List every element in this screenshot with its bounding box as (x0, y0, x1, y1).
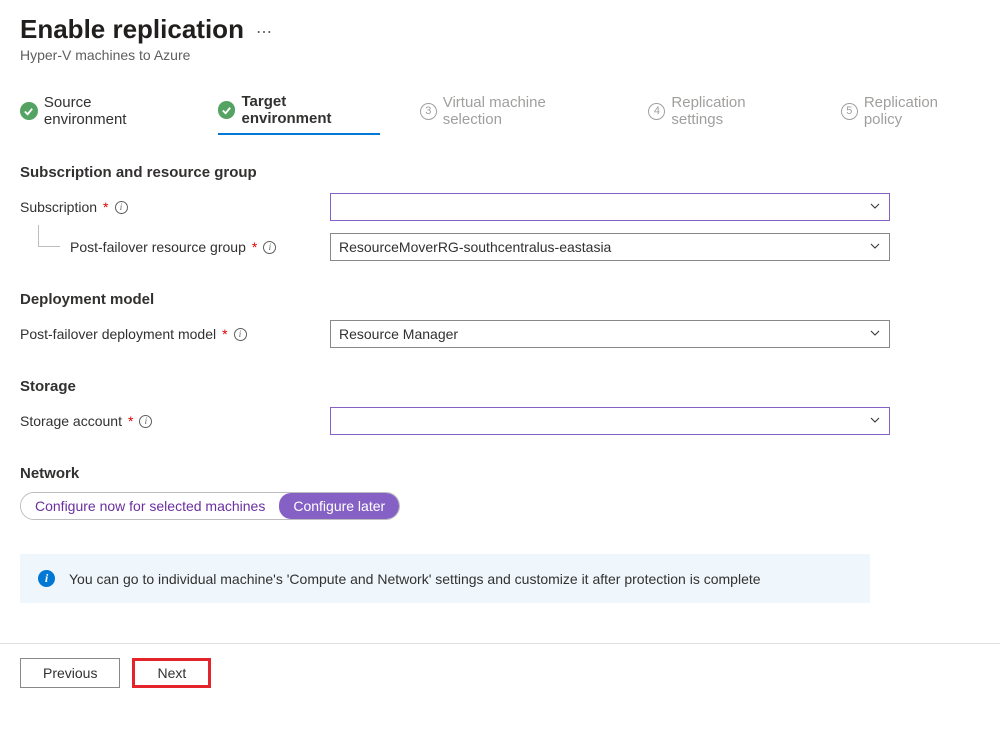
checkmark-icon (218, 101, 236, 119)
subscription-label: Subscription (20, 199, 97, 215)
page-subtitle: Hyper-V machines to Azure (20, 47, 980, 63)
step-label: Replication settings (671, 94, 800, 128)
wizard-stepper: Source environment Target environment 3 … (20, 93, 980, 142)
section-subscription-heading: Subscription and resource group (20, 164, 980, 181)
info-icon[interactable]: i (115, 201, 128, 214)
storage-account-label: Storage account (20, 413, 122, 429)
resource-group-select[interactable]: ResourceMoverRG-southcentralus-eastasia (330, 233, 890, 261)
configure-now-option[interactable]: Configure now for selected machines (21, 493, 279, 519)
tree-connector-icon (38, 225, 60, 247)
resource-group-value: ResourceMoverRG-southcentralus-eastasia (339, 239, 611, 255)
checkmark-icon (20, 102, 38, 120)
section-network-heading: Network (20, 465, 980, 482)
next-button[interactable]: Next (132, 658, 211, 688)
info-icon: i (38, 570, 55, 587)
required-indicator: * (222, 326, 227, 342)
info-icon[interactable]: i (234, 328, 247, 341)
step-number-icon: 4 (648, 103, 665, 120)
step-label: Replication policy (864, 94, 980, 128)
deployment-model-label: Post-failover deployment model (20, 326, 216, 342)
deployment-model-select[interactable]: Resource Manager (330, 320, 890, 348)
step-target-environment[interactable]: Target environment (218, 93, 380, 135)
step-label: Target environment (241, 93, 379, 127)
step-label: Virtual machine selection (443, 94, 609, 128)
section-storage-heading: Storage (20, 378, 980, 395)
step-label: Source environment (44, 94, 178, 128)
step-number-icon: 3 (420, 103, 437, 120)
chevron-down-icon (869, 239, 881, 255)
chevron-down-icon (869, 413, 881, 429)
step-source-environment[interactable]: Source environment (20, 93, 178, 135)
info-banner: i You can go to individual machine's 'Co… (20, 554, 870, 603)
step-number-icon: 5 (841, 103, 858, 120)
step-vm-selection[interactable]: 3 Virtual machine selection (420, 93, 609, 135)
info-banner-text: You can go to individual machine's 'Comp… (69, 571, 761, 587)
network-config-toggle: Configure now for selected machines Conf… (20, 492, 400, 520)
step-replication-policy[interactable]: 5 Replication policy (841, 93, 980, 135)
page-title: Enable replication (20, 14, 244, 45)
chevron-down-icon (869, 326, 881, 342)
wizard-footer: Previous Next (0, 643, 1000, 702)
required-indicator: * (128, 413, 133, 429)
required-indicator: * (103, 199, 108, 215)
info-icon[interactable]: i (139, 415, 152, 428)
deployment-model-value: Resource Manager (339, 326, 458, 342)
required-indicator: * (252, 239, 257, 255)
section-deployment-heading: Deployment model (20, 291, 980, 308)
previous-button[interactable]: Previous (20, 658, 120, 688)
info-icon[interactable]: i (263, 241, 276, 254)
subscription-select[interactable] (330, 193, 890, 221)
configure-later-option[interactable]: Configure later (279, 493, 399, 519)
resource-group-label: Post-failover resource group (70, 239, 246, 255)
step-replication-settings[interactable]: 4 Replication settings (648, 93, 800, 135)
chevron-down-icon (869, 199, 881, 215)
storage-account-select[interactable] (330, 407, 890, 435)
more-actions-button[interactable]: ⋯ (256, 22, 274, 42)
